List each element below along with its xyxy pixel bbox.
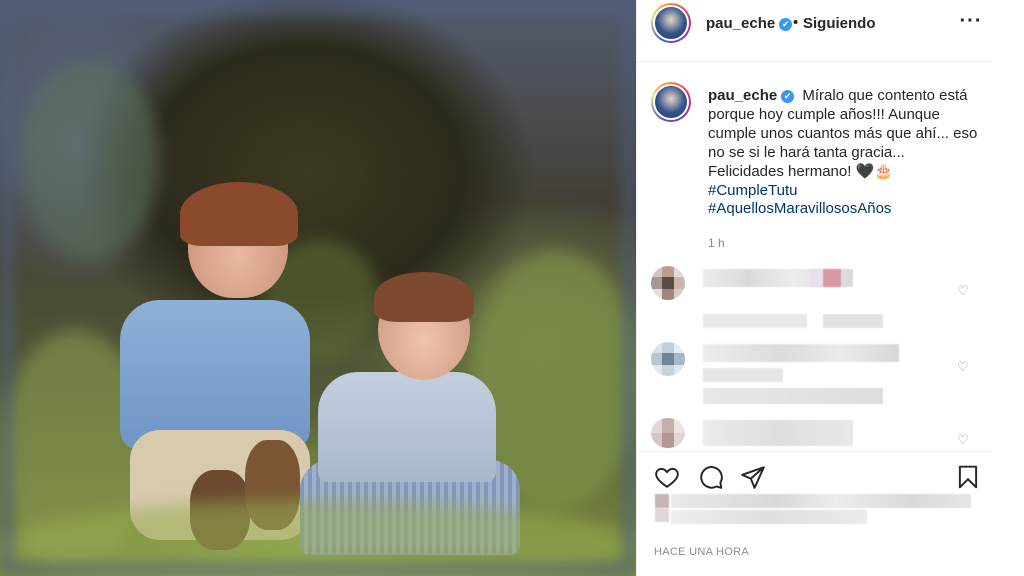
comment-icon[interactable] — [698, 464, 724, 490]
post-photo[interactable] — [0, 0, 636, 576]
caption-username[interactable]: pau_eche ✔ — [708, 87, 795, 104]
author-username[interactable]: pau_eche ✔ — [706, 15, 793, 32]
hashtag-link[interactable]: #CumpleTutu — [708, 182, 978, 201]
share-icon[interactable] — [740, 464, 766, 490]
comment-like-heart-icon[interactable]: ♡ — [957, 360, 971, 374]
commenter-avatar-blurred — [651, 342, 685, 376]
commenter-avatar-blurred — [651, 418, 685, 448]
verified-badge-icon: ✔ — [781, 90, 795, 103]
comment-blurred: ♡ — [651, 342, 991, 404]
caption-text: pau_eche ✔ Míralo que contento está porqu… — [708, 87, 978, 219]
photo-vignette — [0, 0, 636, 576]
verified-badge-icon: ✔ — [779, 18, 793, 31]
following-button[interactable]: Siguiendo — [803, 15, 876, 32]
more-horizontal-icon[interactable]: ··· — [959, 11, 983, 35]
post-timestamp[interactable]: HACE UNA HORA — [654, 546, 749, 558]
post-age[interactable]: 1 h — [708, 236, 725, 250]
username-text[interactable]: pau_eche — [706, 15, 775, 32]
save-icon[interactable] — [955, 464, 981, 490]
comment-blurred: ♡ — [651, 266, 991, 328]
separator-dot: • — [793, 14, 799, 31]
avatar[interactable] — [651, 3, 691, 43]
caption-avatar[interactable] — [651, 82, 691, 122]
post-header: pau_eche ✔ • Siguiendo ··· — [637, 0, 993, 62]
commenter-avatar-blurred — [651, 266, 685, 300]
comment-like-heart-icon[interactable]: ♡ — [957, 284, 971, 298]
comment-like-heart-icon[interactable]: ♡ — [957, 433, 971, 447]
heart-icon[interactable] — [654, 464, 680, 490]
hashtag-link[interactable]: #AquellosMaravillososAños — [708, 200, 978, 219]
post-panel: pau_eche ✔ • Siguiendo ··· pau_eche ✔ Míra… — [636, 0, 1024, 576]
action-bar — [637, 451, 993, 499]
likes-blurred — [655, 494, 973, 526]
